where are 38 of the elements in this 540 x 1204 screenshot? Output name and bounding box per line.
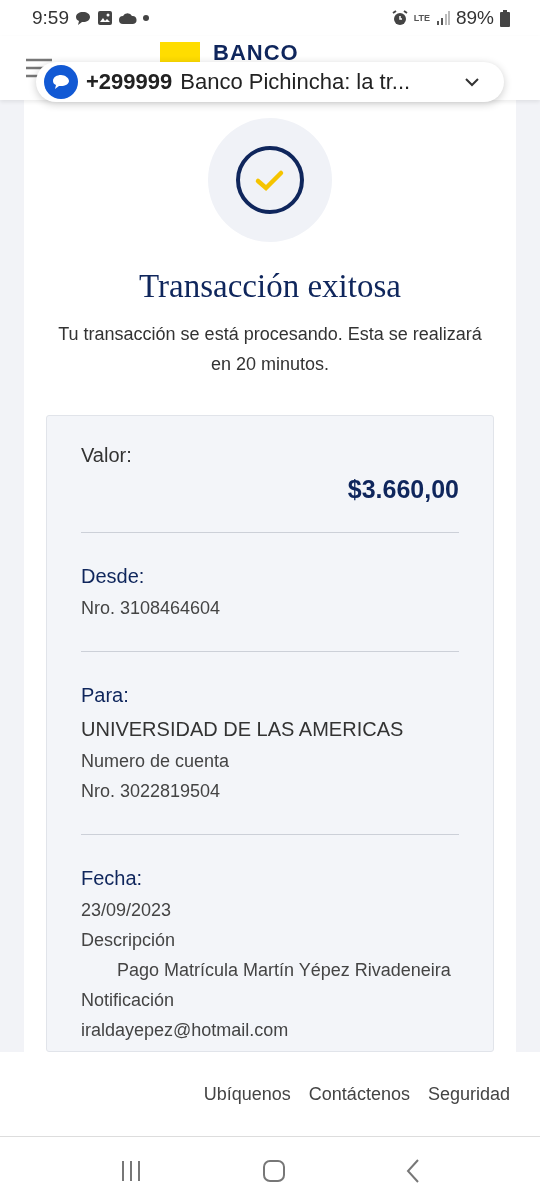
- detail-text: 23/09/2023: [81, 898, 173, 922]
- result-message: Tu transacción se está procesando. Esta se realizará en 20 minutos.: [57, 322, 483, 376]
- detail-text: Nro. 3022819504: [81, 779, 222, 803]
- dot-icon: [143, 15, 149, 21]
- footer-link[interactable]: Ubíquenos: [203, 1083, 291, 1105]
- notification-text: Banco Pichincha: la tr...: [180, 69, 412, 95]
- chevron-down-icon[interactable]: [464, 77, 480, 87]
- footer-link[interactable]: Contáctenos: [308, 1083, 410, 1105]
- section-heading: Fecha:: [81, 865, 144, 891]
- battery-icon: [500, 9, 510, 27]
- recent-apps-icon[interactable]: [120, 1160, 142, 1182]
- recipient-name: UNIVERSIDAD DE LAS AMERICAS: [81, 716, 405, 742]
- description-text: Pago Matrícula Martín Yépez Rivadeneira: [116, 958, 452, 982]
- image-icon: [97, 10, 113, 26]
- signal-icon: [435, 11, 450, 25]
- message-icon: [44, 65, 78, 99]
- amount-value: $3.660,00: [346, 474, 459, 504]
- status-time: 9:59: [32, 7, 69, 29]
- result-title: Transacción exitosa: [139, 267, 401, 305]
- back-icon[interactable]: [406, 1159, 420, 1183]
- cloud-icon: [119, 12, 137, 24]
- battery-percent: 89%: [455, 7, 494, 29]
- footer-link[interactable]: Seguridad: [427, 1083, 510, 1105]
- notification-banner[interactable]: +299999 Banco Pichincha: la tr...: [36, 62, 504, 102]
- alarm-icon: [391, 10, 408, 26]
- chat-icon: [75, 10, 91, 26]
- detail-text: Descripción: [81, 928, 177, 952]
- detail-text: Numero de cuenta: [81, 749, 231, 773]
- section-heading: Para:: [81, 682, 130, 708]
- detail-text: iraldayepez@hotmail.com: [81, 1018, 290, 1042]
- section-heading: Desde:: [81, 563, 146, 589]
- home-icon[interactable]: [262, 1159, 286, 1183]
- network-label: LTE: [413, 13, 430, 23]
- logo-text: BANCO: [213, 42, 299, 63]
- amount-label: Valor:: [81, 443, 133, 467]
- notification-sender: +299999: [86, 69, 173, 95]
- detail-text: Notificación: [81, 988, 176, 1012]
- detail-text: Nro. 3108464604: [81, 596, 222, 620]
